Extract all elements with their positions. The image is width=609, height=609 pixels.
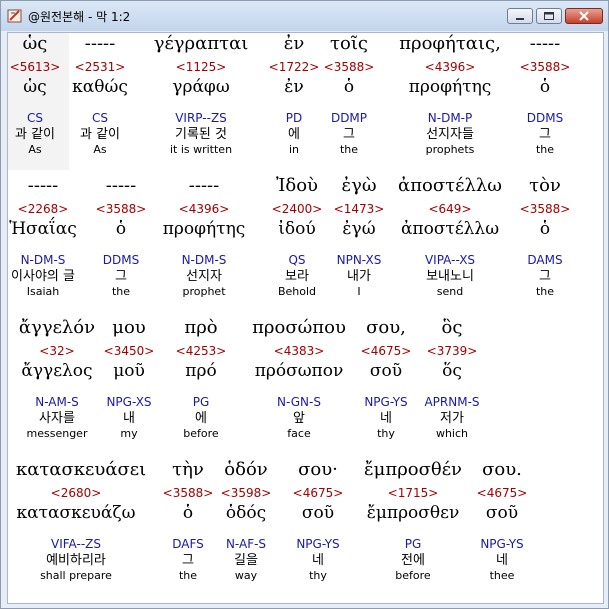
korean-gloss: 예비하리라: [46, 553, 106, 568]
english-gloss: thee: [489, 569, 515, 582]
close-button[interactable]: [565, 8, 603, 24]
english-gloss: the: [535, 285, 555, 298]
english-gloss: which: [435, 427, 469, 440]
close-icon: [579, 11, 589, 21]
parsing-code: NPG-YS: [480, 537, 524, 551]
interlinear-view[interactable]: ὡς <5613> ὡς CS 과 같이 As ----- <2531> καθώς CS 과 같이…: [7, 32, 604, 604]
english-gloss: the: [535, 143, 555, 156]
word-block[interactable]: σου. <4675> σοῦ NPG-YS 네 thee: [442, 459, 562, 583]
word-block[interactable]: ὃς <3739> ὅς APRNM-S 저가 which: [392, 317, 512, 441]
parsing-code: VIFA--ZS: [51, 537, 101, 551]
minimize-button[interactable]: [507, 8, 533, 24]
lemma-word: ὅς: [442, 361, 462, 381]
lemma-word: ὁ: [539, 219, 551, 239]
korean-gloss: 네: [496, 553, 508, 568]
korean-gloss: 그: [539, 269, 551, 284]
greek-word[interactable]: σου.: [442, 459, 562, 481]
title-bar[interactable]: @원전본해 - 막 1:2: [1, 1, 608, 31]
greek-word[interactable]: τὸν: [485, 175, 603, 197]
word-block[interactable]: κατασκευάσει <2680> κατασκευάζω VIFA--ZS 예비하…: [16, 459, 146, 583]
greek-word[interactable]: ὃς: [392, 317, 512, 339]
strong-number[interactable]: <3588>: [485, 202, 603, 216]
strong-number[interactable]: <3739>: [392, 344, 512, 358]
korean-gloss: 저가: [440, 411, 464, 426]
english-gloss: shall prepare: [40, 569, 112, 582]
maximize-button[interactable]: [536, 8, 562, 24]
lemma-word: σοῦ: [485, 503, 519, 523]
greek-word[interactable]: -----: [485, 33, 603, 55]
korean-gloss: 그: [539, 127, 551, 142]
maximize-icon: [544, 12, 554, 20]
parsing-code: DDMS: [526, 111, 564, 125]
word-block[interactable]: ----- <3588> ὁ DDMS 그 the: [485, 33, 603, 157]
strong-number[interactable]: <2680>: [16, 486, 136, 500]
app-window: @원전본해 - 막 1:2 ὡς <5613> ὡς CS 과 같이 As ----- <25…: [0, 0, 609, 609]
bible-app-icon[interactable]: [7, 8, 23, 24]
strong-number[interactable]: <3588>: [485, 60, 603, 74]
minimize-icon: [516, 18, 524, 20]
parsing-code: DAMS: [527, 253, 563, 267]
word-block[interactable]: τὸν <3588> ὁ DAMS 그 the: [485, 175, 603, 299]
lemma-word: ὁ: [539, 77, 551, 97]
lemma-word: κατασκευάζω: [16, 503, 136, 523]
greek-word[interactable]: κατασκευάσει: [16, 459, 146, 481]
window-title: @원전본해 - 막 1:2: [28, 10, 131, 24]
parsing-code: APRNM-S: [424, 395, 480, 409]
strong-number[interactable]: <4675>: [442, 486, 562, 500]
